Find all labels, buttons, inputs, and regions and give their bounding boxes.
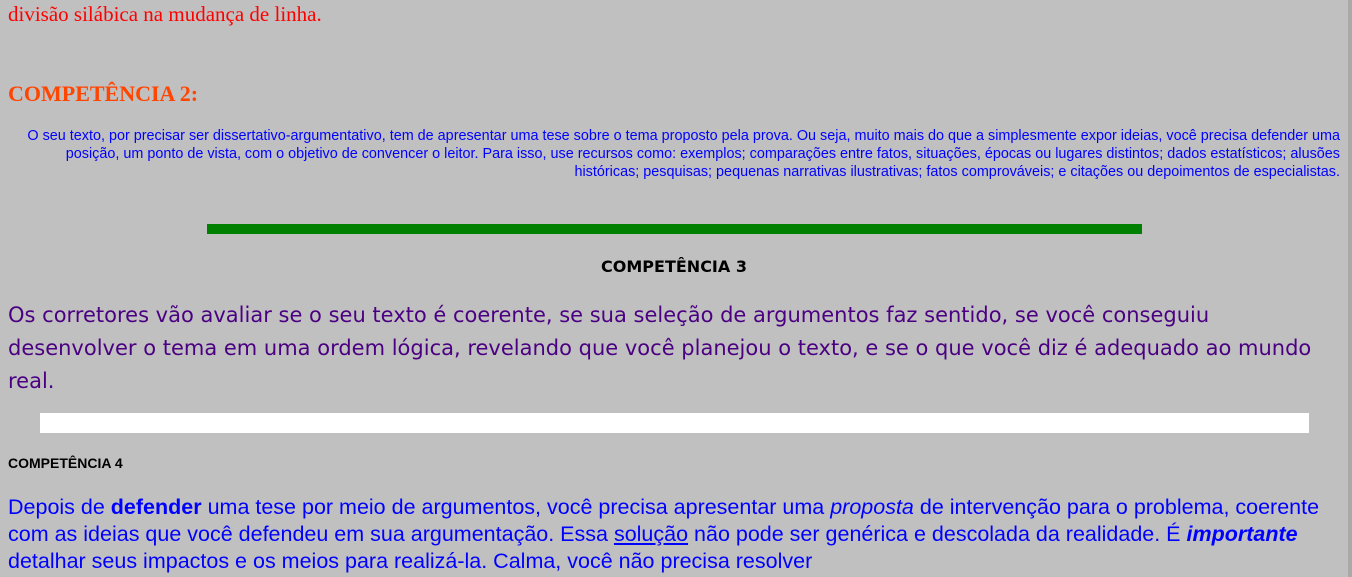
scrollbar-track[interactable]	[1348, 0, 1352, 577]
competencia-3-text: Os corretores vão avaliar se o seu texto…	[8, 303, 1312, 393]
competencia-2-title: COMPETÊNCIA 2:	[8, 81, 199, 106]
competencia-3-title: COMPETÊNCIA 3	[601, 257, 747, 276]
green-divider	[207, 224, 1142, 234]
text-segment: Depois de	[8, 495, 111, 519]
competencia-4-title: COMPETÊNCIA 4	[8, 455, 123, 471]
competencia-2-text: O seu texto, por precisar ser dissertati…	[27, 128, 1340, 180]
emphasis-proposta: proposta	[830, 495, 914, 519]
text-segment: detalhar seus impactos e os meios para r…	[8, 549, 813, 573]
competencia-4-text: Depois de defender uma tese por meio de …	[8, 494, 1328, 575]
emphasis-importante: importante	[1186, 522, 1298, 546]
white-divider	[40, 413, 1309, 433]
emphasis-defender: defender	[110, 495, 202, 519]
underline-solucao: solução	[613, 522, 689, 546]
text-segment: uma tese por meio de argumentos, você pr…	[201, 495, 831, 519]
text-segment: não pode ser genérica e descolada da rea…	[688, 522, 1187, 546]
intro-text: divisão silábica na mudança de linha.	[8, 2, 322, 26]
page-content: divisão silábica na mudança de linha. CO…	[0, 0, 1348, 577]
